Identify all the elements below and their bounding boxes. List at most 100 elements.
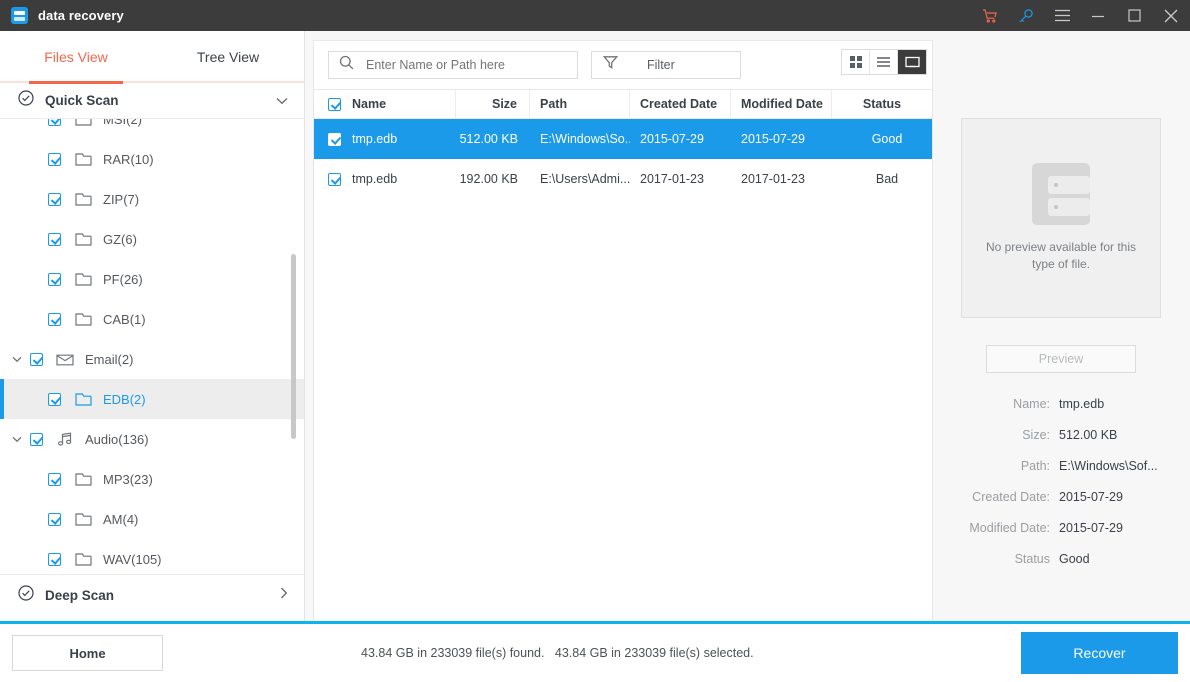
row-checkbox[interactable] bbox=[328, 132, 341, 146]
sidebar-item-label: PF(26) bbox=[103, 271, 143, 287]
quick-scan-label: Quick Scan bbox=[45, 93, 119, 108]
table-body: tmp.edb 512.00 KB E:\Windows\So... 2015-… bbox=[314, 119, 932, 199]
maximize-icon[interactable] bbox=[1116, 0, 1152, 31]
detail-row-size: Size: 512.00 KB bbox=[941, 428, 1181, 442]
chevron-down-icon[interactable] bbox=[8, 436, 26, 443]
sidebar-item-pf26[interactable]: PF(26) bbox=[0, 259, 304, 299]
detail-view-icon[interactable] bbox=[898, 50, 926, 74]
row-checkbox[interactable] bbox=[328, 172, 341, 186]
filter-label: Filter bbox=[647, 58, 675, 72]
detail-value: 2015-07-29 bbox=[1059, 521, 1123, 535]
tree-item-checkbox[interactable] bbox=[48, 472, 61, 486]
menu-icon[interactable] bbox=[1044, 0, 1080, 31]
tree-item-checkbox[interactable] bbox=[48, 552, 61, 566]
sidebar-item-gz6[interactable]: GZ(6) bbox=[0, 219, 304, 259]
column-header-created-date[interactable]: Created Date bbox=[630, 89, 731, 119]
column-header-status[interactable]: Status bbox=[832, 89, 932, 119]
no-preview-text: No preview available for this type of fi… bbox=[985, 240, 1137, 271]
sidebar-item-zip7[interactable]: ZIP(7) bbox=[0, 179, 304, 219]
folder-icon bbox=[70, 192, 96, 207]
chevron-down-icon[interactable] bbox=[276, 92, 288, 110]
sidebar-item-label: CAB(1) bbox=[103, 311, 146, 327]
sidebar-item-edb2[interactable]: EDB(2) bbox=[0, 379, 304, 419]
sidebar-item-mp323[interactable]: MP3(23) bbox=[0, 459, 304, 499]
deep-scan-label: Deep Scan bbox=[45, 587, 115, 603]
grid-view-icon[interactable] bbox=[842, 50, 870, 74]
table-header: Name Size Path Created Date Modified Dat… bbox=[314, 89, 932, 119]
cart-icon[interactable] bbox=[972, 0, 1008, 31]
sidebar-item-am4[interactable]: AM(4) bbox=[0, 499, 304, 539]
select-all-checkbox[interactable] bbox=[328, 97, 341, 111]
tree-item-checkbox[interactable] bbox=[48, 512, 61, 526]
tab-active-indicator bbox=[29, 81, 123, 84]
chevron-right-icon[interactable] bbox=[280, 586, 288, 604]
tree-item-checkbox[interactable] bbox=[48, 232, 61, 246]
search-input[interactable] bbox=[366, 58, 556, 72]
sidebar-scrollbar-track[interactable] bbox=[291, 119, 296, 574]
row-name-label: tmp.edb bbox=[352, 172, 398, 186]
sidebar-item-label: ZIP(7) bbox=[103, 191, 140, 207]
sidebar-item-label: GZ(6) bbox=[103, 231, 137, 247]
search-box[interactable] bbox=[328, 51, 578, 79]
quick-scan-header[interactable]: Quick Scan bbox=[0, 83, 304, 119]
detail-label: Modified Date: bbox=[969, 521, 1050, 535]
sidebar: Files View Tree View Quick Scan MSI(2) RA… bbox=[0, 31, 305, 621]
detail-value: 512.00 KB bbox=[1059, 428, 1118, 442]
data-recovery-window: data recovery Files View Tree View Quick… bbox=[0, 0, 1190, 682]
detail-row-modified-date: Modified Date: 2015-07-29 bbox=[941, 521, 1181, 535]
deep-scan-header[interactable]: Deep Scan bbox=[0, 575, 304, 615]
logo-bar-bottom bbox=[14, 16, 25, 21]
tree-item-checkbox[interactable] bbox=[48, 152, 61, 166]
sidebar-scrollbar-thumb[interactable] bbox=[291, 254, 296, 439]
sidebar-item-label: WAV(105) bbox=[103, 551, 162, 567]
sidebar-item-email2[interactable]: Email(2) bbox=[0, 339, 304, 379]
tab-tree-view[interactable]: Tree View bbox=[152, 31, 304, 83]
tree-item-checkbox[interactable] bbox=[48, 272, 61, 286]
tree-item-checkbox[interactable] bbox=[48, 312, 61, 326]
sidebar-item-label: MP3(23) bbox=[103, 471, 153, 487]
key-icon[interactable] bbox=[1008, 0, 1044, 31]
tree-item-checkbox[interactable] bbox=[48, 392, 61, 406]
column-header-name-label: Name bbox=[352, 97, 387, 111]
folder-icon bbox=[70, 472, 96, 487]
detail-value: 2015-07-29 bbox=[1059, 490, 1123, 504]
preview-button[interactable]: Preview bbox=[986, 345, 1136, 373]
detail-value: E:\Windows\Sof... bbox=[1059, 459, 1158, 473]
status-text: 43.84 GB in 233039 file(s) found. 43.84 … bbox=[361, 646, 754, 660]
sidebar-item-wav105[interactable]: WAV(105) bbox=[0, 539, 304, 574]
folder-icon bbox=[70, 232, 96, 247]
row-path-cell: E:\Windows\So... bbox=[540, 132, 630, 146]
home-button[interactable]: Home bbox=[12, 635, 163, 671]
sidebar-item-audio136[interactable]: Audio(136) bbox=[0, 419, 304, 459]
tree-item-checkbox[interactable] bbox=[48, 192, 61, 206]
chevron-down-icon[interactable] bbox=[8, 356, 26, 363]
table-row[interactable]: tmp.edb 512.00 KB E:\Windows\So... 2015-… bbox=[314, 119, 932, 159]
tree-item-checkbox[interactable] bbox=[30, 432, 43, 446]
tab-files-view[interactable]: Files View bbox=[0, 31, 152, 84]
row-status-badge: Bad bbox=[875, 172, 899, 186]
close-icon[interactable] bbox=[1152, 0, 1190, 31]
tree-item-checkbox[interactable] bbox=[30, 352, 43, 366]
table-row[interactable]: tmp.edb 192.00 KB E:\Users\Admi... 2017-… bbox=[314, 159, 932, 199]
column-header-path[interactable]: Path bbox=[530, 89, 630, 119]
sidebar-item-cab1[interactable]: CAB(1) bbox=[0, 299, 304, 339]
funnel-icon bbox=[602, 55, 619, 75]
detail-row-name: Name: tmp.edb bbox=[941, 397, 1181, 411]
column-header-modified-date[interactable]: Modified Date bbox=[731, 89, 832, 119]
preview-panel: No preview available for this type of fi… bbox=[941, 40, 1181, 622]
recover-button[interactable]: Recover bbox=[1021, 632, 1178, 674]
detail-label: Status bbox=[1014, 552, 1050, 566]
minimize-icon[interactable] bbox=[1080, 0, 1116, 31]
detail-row-created-date: Created Date: 2015-07-29 bbox=[941, 490, 1181, 504]
column-header-name[interactable]: Name bbox=[314, 89, 456, 119]
sidebar-item-rar10[interactable]: RAR(10) bbox=[0, 139, 304, 179]
tree-list: MSI(2) RAR(10) ZIP(7) GZ(6) PF(26) CAB(1) Emai… bbox=[0, 119, 304, 574]
filter-button[interactable]: Filter bbox=[591, 51, 741, 79]
row-modified-cell: 2015-07-29 bbox=[741, 132, 805, 146]
tree-item-checkbox[interactable] bbox=[48, 119, 61, 126]
column-header-size[interactable]: Size bbox=[456, 89, 530, 119]
detail-row-path: Path: E:\Windows\Sof... bbox=[941, 459, 1181, 473]
sidebar-item-msi2[interactable]: MSI(2) bbox=[0, 119, 304, 139]
view-mode-toggle bbox=[841, 49, 927, 75]
list-view-icon[interactable] bbox=[870, 50, 898, 74]
